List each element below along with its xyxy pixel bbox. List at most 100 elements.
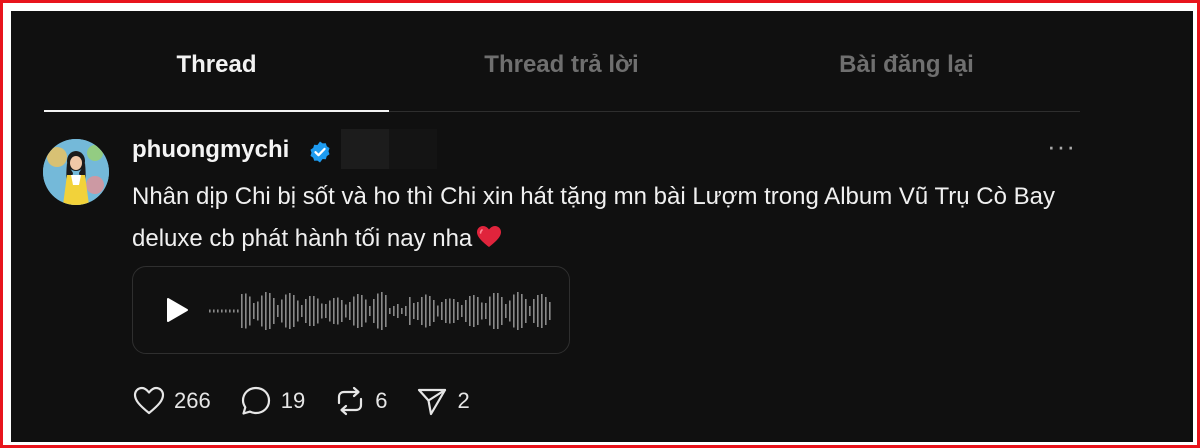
waveform-bar — [493, 293, 495, 329]
waveform-bar — [273, 298, 275, 324]
waveform-bar — [437, 305, 439, 317]
waveform-bar — [517, 292, 519, 330]
waveform-bar — [229, 309, 231, 313]
waveform-bar — [221, 309, 223, 313]
waveform-bar — [445, 299, 447, 323]
tab-threads[interactable]: Thread — [44, 41, 389, 112]
verified-badge-icon — [310, 141, 330, 163]
like-count: 266 — [174, 388, 211, 413]
heart-icon — [133, 386, 165, 415]
tab-replies[interactable]: Thread trả lời — [389, 41, 734, 111]
waveform-bar — [381, 292, 383, 330]
waveform-bar — [361, 295, 363, 327]
waveform-bar — [249, 296, 251, 326]
waveform-bar — [469, 296, 471, 326]
audio-waveform — [209, 292, 551, 330]
repost-button[interactable]: 6 — [333, 384, 387, 418]
waveform-bar — [285, 294, 287, 328]
waveform-bar — [337, 297, 339, 325]
waveform-bar — [329, 300, 331, 322]
waveform-bar — [265, 292, 267, 330]
waveform-bar — [357, 294, 359, 328]
waveform-bar — [509, 300, 511, 322]
waveform-bar — [537, 295, 539, 327]
comment-icon — [241, 386, 270, 415]
threads-profile-panel: Thread Thread trả lời Bài đăng lại phuon… — [11, 11, 1193, 442]
waveform-bar — [389, 308, 391, 314]
comment-count: 19 — [280, 388, 306, 413]
waveform-bar — [309, 296, 311, 326]
waveform-bar — [497, 293, 499, 329]
waveform-bar — [413, 303, 415, 319]
waveform-bar — [377, 293, 379, 329]
share-button[interactable]: 2 — [415, 384, 470, 418]
waveform-bar — [341, 300, 343, 322]
waveform-bar — [501, 297, 503, 325]
waveform-bar — [241, 294, 243, 328]
repost-icon — [338, 386, 363, 416]
waveform-bar — [213, 309, 215, 313]
waveform-bar — [525, 299, 527, 323]
waveform-bar — [529, 306, 531, 316]
more-options-icon[interactable]: ··· — [1047, 133, 1079, 163]
profile-tabs: Thread Thread trả lời Bài đăng lại — [44, 41, 1080, 112]
waveform-bar — [305, 299, 307, 323]
post-username[interactable]: phuongmychi — [132, 136, 289, 164]
audio-player[interactable] — [132, 266, 570, 354]
post-text: Nhân dịp Chi bị sốt và ho thì Chi xin há… — [132, 183, 1055, 252]
play-icon[interactable] — [161, 295, 191, 325]
waveform-bar — [225, 309, 227, 313]
waveform-bar — [405, 306, 407, 316]
waveform-bar — [209, 309, 211, 313]
waveform-bar — [481, 302, 483, 320]
post-actions: 266 19 6 2 — [132, 383, 498, 419]
waveform-bar — [333, 298, 335, 324]
waveform-bar — [253, 303, 255, 319]
post-body: Nhân dịp Chi bị sốt và ho thì Chi xin há… — [132, 176, 1092, 260]
waveform-bar — [369, 306, 371, 316]
waveform-bar — [397, 304, 399, 318]
tab-reposts[interactable]: Bài đăng lại — [734, 41, 1079, 111]
waveform-bar — [393, 306, 395, 316]
waveform-bar — [441, 302, 443, 320]
like-button[interactable]: 266 — [132, 384, 211, 418]
waveform-bar — [409, 297, 411, 325]
redacted-timestamp — [341, 129, 437, 169]
waveform-bar — [449, 298, 451, 324]
waveform-bar — [217, 309, 219, 313]
waveform-bar — [281, 299, 283, 323]
waveform-bar — [521, 294, 523, 328]
waveform-bar — [385, 295, 387, 327]
share-count: 2 — [457, 388, 470, 413]
waveform-bar — [233, 309, 235, 313]
avatar[interactable] — [43, 139, 109, 205]
waveform-bar — [433, 300, 435, 322]
waveform-bar — [257, 301, 259, 321]
waveform-bar — [485, 303, 487, 319]
waveform-bar — [425, 294, 427, 328]
waveform-bar — [245, 293, 247, 329]
waveform-bar — [349, 302, 351, 320]
waveform-bar — [541, 294, 543, 328]
waveform-bar — [325, 304, 327, 318]
comment-button[interactable]: 19 — [239, 384, 305, 418]
screenshot-frame: Thread Thread trả lời Bài đăng lại phuon… — [0, 0, 1200, 448]
waveform-bar — [317, 298, 319, 324]
waveform-bar — [533, 299, 535, 323]
heart-emoji-icon — [477, 226, 502, 247]
waveform-bar — [513, 294, 515, 328]
waveform-bar — [457, 302, 459, 320]
waveform-bar — [417, 302, 419, 320]
waveform-bar — [365, 299, 367, 323]
waveform-bar — [313, 296, 315, 326]
waveform-bar — [373, 299, 375, 323]
waveform-bar — [269, 293, 271, 329]
waveform-bar — [261, 295, 263, 327]
waveform-bar — [505, 304, 507, 318]
waveform-bar — [277, 305, 279, 317]
waveform-bar — [545, 297, 547, 325]
waveform-bar — [401, 308, 403, 314]
waveform-bar — [477, 297, 479, 325]
waveform-bar — [461, 305, 463, 317]
waveform-bar — [473, 295, 475, 327]
